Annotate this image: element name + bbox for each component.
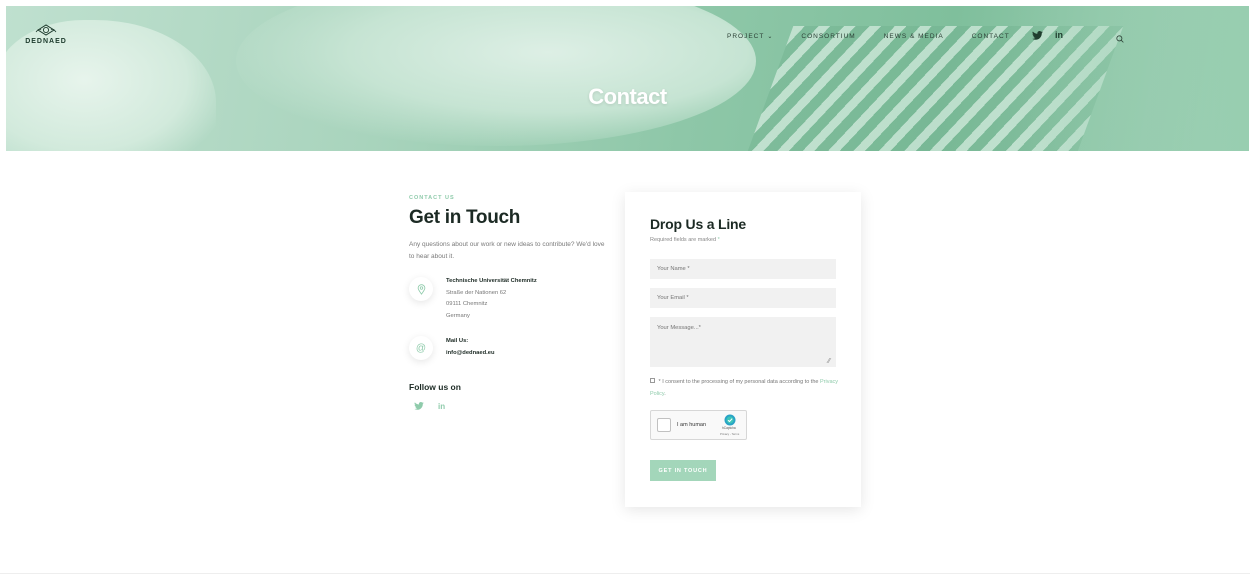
contact-heading: Get in Touch [409,207,521,228]
captcha-widget: I am human hCaptcha Privacy - Terms [650,410,747,440]
follow-heading: Follow us on [409,382,461,392]
required-note-text: Required fields are marked [650,237,717,243]
required-mark: * [717,237,720,243]
nav-item-news-media[interactable]: NEWS & MEDIA [884,33,944,40]
contact-eyebrow: CONTACT US [409,195,455,201]
mail-block: Mail Us: info@dednaed.eu [446,336,495,359]
email-field[interactable] [650,288,836,308]
location-badge [409,277,433,301]
linkedin-icon[interactable]: in [1055,30,1063,40]
nav-item-consortium[interactable]: CONSORTIUM [801,33,855,40]
brand-name: DEDNAED [25,38,67,45]
mail-address[interactable]: info@dednaed.eu [446,348,495,360]
captcha-brand: hCaptcha [722,426,736,430]
chevron-down-icon: ⌄ [767,34,774,40]
form-title: Drop Us a Line [650,216,746,232]
nav-item-label: PROJECT [727,33,765,40]
page-title: Contact [588,84,667,109]
search-button[interactable] [1116,30,1124,48]
captcha-checkbox[interactable] [657,418,671,432]
twitter-icon[interactable] [414,402,424,410]
twitter-icon[interactable] [1032,30,1043,40]
hero-hand-image [236,6,756,146]
header-social-links: in [1032,30,1063,40]
consent-checkbox[interactable] [650,378,655,383]
address-city: 09111 Chemnitz [446,301,488,307]
linkedin-icon[interactable]: in [438,402,445,411]
address-name: Technische Universität Chemnitz [446,278,537,284]
main-nav: PROJECT ⌄ CONSORTIUM NEWS & MEDIA CONTACT [727,33,1038,40]
address-country: Germany [446,312,470,319]
address-block: Technische Universität Chemnitz Straße d… [446,276,537,322]
captcha-label: I am human [677,422,707,428]
mail-badge: @ [409,336,433,360]
contact-intro: Any questions about our work or new idea… [409,241,605,260]
hero-banner: DEDNAED PROJECT ⌄ CONSORTIUM NEWS & MEDIA… [6,6,1249,151]
at-sign-icon: @ [415,342,427,354]
mail-label: Mail Us: [446,338,469,344]
hero-shade [1006,6,1249,151]
name-field[interactable] [650,259,836,279]
follow-social-links: in [414,402,445,411]
consent-text: * I consent to the processing of my pers… [658,379,819,385]
consent-block: * I consent to the processing of my pers… [650,377,840,400]
get-in-touch-button[interactable]: GET IN TOUCH [650,460,716,481]
contact-form-card: Drop Us a Line Required fields are marke… [625,192,861,507]
message-field[interactable] [650,317,836,367]
brand-logo[interactable]: DEDNAED [24,23,68,45]
location-pin-icon [417,283,425,295]
page-bottom-divider [0,573,1250,574]
hcaptcha-logo-icon [724,414,736,426]
nav-item-contact[interactable]: CONTACT [972,33,1010,40]
required-note: Required fields are marked * [650,237,720,243]
address-street: Straße der Nationen 62 [446,289,507,296]
resize-handle-icon[interactable]: ⁄⁄ [828,358,830,365]
captcha-terms[interactable]: Privacy - Terms [720,432,739,436]
consent-period: . [664,390,666,397]
search-icon [1116,35,1124,43]
nav-item-project[interactable]: PROJECT ⌄ [727,33,773,40]
logo-icon [35,24,57,36]
